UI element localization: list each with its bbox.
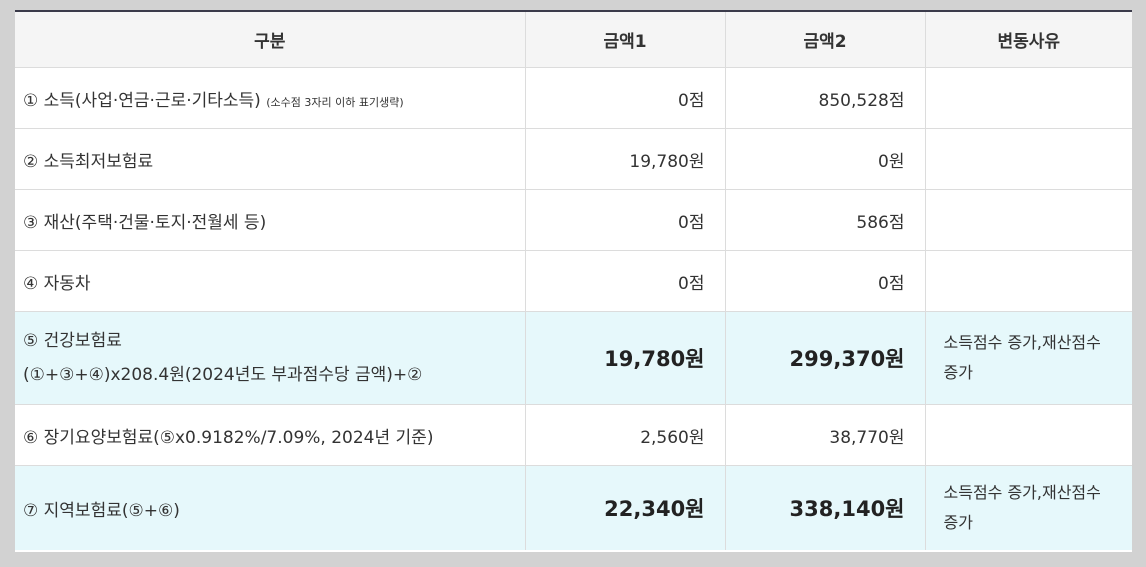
row-reason: 소득점수 증가,재산점수 증가 — [924, 311, 1132, 405]
row-reason: 소득점수 증가,재산점수 증가 — [924, 465, 1132, 550]
row-label: ① 소득(사업·연금·근로·기타소득) — [23, 90, 261, 111]
header-amount1: 금액1 — [524, 12, 725, 68]
row-amount2: 299,370원 — [724, 311, 925, 405]
row-amount1: 22,340원 — [524, 465, 725, 550]
row-amount1: 0점 — [524, 189, 725, 251]
row-label: ② 소득최저보험료 — [15, 128, 525, 190]
row-label: ⑦ 지역보험료(⑤+⑥) — [15, 465, 525, 550]
row-reason — [924, 189, 1132, 251]
row-reason — [924, 404, 1132, 466]
table-row-long-term-care: ⑥ 장기요양보험료(⑤x0.9182%/7.09%, 2024년 기준) 2,5… — [15, 404, 1132, 466]
table-row-min-income-premium: ② 소득최저보험료 19,780원 0원 — [15, 128, 1132, 190]
row-reason — [924, 250, 1132, 312]
row-note: (소수점 3자리 이하 표기생략) — [266, 95, 404, 109]
row-label-cell: ⑤ 건강보험료 (①+③+④)x208.4원(2024년도 부과점수당 금액)+… — [15, 311, 525, 405]
row-amount2: 0원 — [724, 128, 925, 190]
table-row-vehicle: ④ 자동차 0점 0점 — [15, 250, 1132, 312]
row-reason — [924, 67, 1132, 129]
row-label: ⑥ 장기요양보험료(⑤x0.9182%/7.09%, 2024년 기준) — [15, 404, 525, 466]
header-category: 구분 — [15, 12, 525, 68]
row-amount1: 2,560원 — [524, 404, 725, 466]
row-amount2: 38,770원 — [724, 404, 925, 466]
row-formula: (①+③+④)x208.4원(2024년도 부과점수당 금액)+② — [23, 365, 423, 385]
insurance-premium-table: 구분 금액1 금액2 변동사유 ① 소득(사업·연금·근로·기타소득) (소수점… — [15, 10, 1132, 552]
table-row-income: ① 소득(사업·연금·근로·기타소득) (소수점 3자리 이하 표기생략) 0점… — [15, 67, 1132, 129]
table-header-row: 구분 금액1 금액2 변동사유 — [15, 12, 1132, 68]
row-reason — [924, 128, 1132, 190]
row-label: ⑤ 건강보험료 — [23, 331, 122, 351]
table-row-health-premium: ⑤ 건강보험료 (①+③+④)x208.4원(2024년도 부과점수당 금액)+… — [15, 311, 1132, 405]
header-reason: 변동사유 — [924, 12, 1132, 68]
row-amount2: 0점 — [724, 250, 925, 312]
row-amount2: 338,140원 — [724, 465, 925, 550]
header-amount2: 금액2 — [724, 12, 925, 68]
row-amount1: 19,780원 — [524, 311, 725, 405]
row-amount1: 0점 — [524, 67, 725, 129]
row-label-cell: ① 소득(사업·연금·근로·기타소득) (소수점 3자리 이하 표기생략) — [15, 67, 525, 129]
row-label: ③ 재산(주택·건물·토지·전월세 등) — [15, 189, 525, 251]
row-label: ④ 자동차 — [15, 250, 525, 312]
table-row-property: ③ 재산(주택·건물·토지·전월세 등) 0점 586점 — [15, 189, 1132, 251]
table-row-regional-premium: ⑦ 지역보험료(⑤+⑥) 22,340원 338,140원 소득점수 증가,재산… — [15, 465, 1132, 550]
row-amount1: 19,780원 — [524, 128, 725, 190]
row-amount2: 586점 — [724, 189, 925, 251]
row-amount1: 0점 — [524, 250, 725, 312]
page-frame: 구분 금액1 금액2 변동사유 ① 소득(사업·연금·근로·기타소득) (소수점… — [0, 0, 1146, 567]
row-amount2: 850,528점 — [724, 67, 925, 129]
